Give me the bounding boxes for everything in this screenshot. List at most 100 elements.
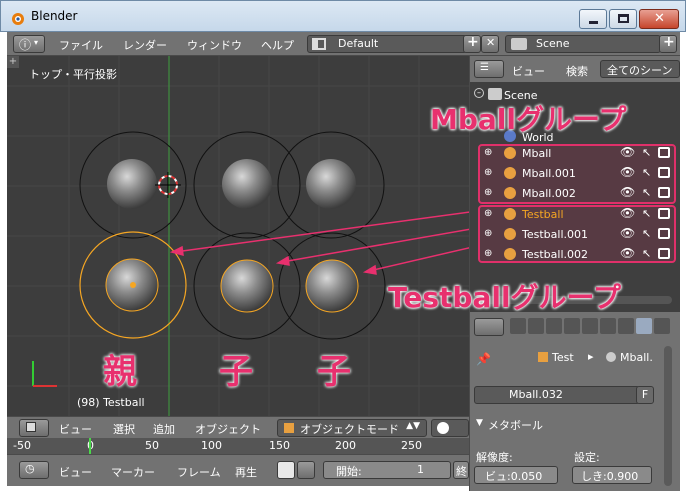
view-resolution-field[interactable]: ビュ:0.050 (474, 466, 558, 484)
menu-view[interactable]: ビュー (59, 421, 92, 437)
testball-group-annotation: Testballグループ (388, 281, 621, 314)
add-scene-button[interactable]: + (659, 34, 677, 53)
menu-select[interactable]: 選択 (113, 421, 135, 437)
maximize-button[interactable] (609, 9, 637, 29)
selectable-cursor-icon[interactable]: ↖ (642, 146, 651, 159)
properties-header (469, 312, 680, 342)
child-label-2: 子 (317, 352, 351, 392)
scene-tab-icon[interactable] (546, 318, 562, 334)
parent-label: 親 (103, 352, 137, 392)
visibility-eye-icon[interactable]: 👁 (620, 145, 635, 159)
menu-add[interactable]: 追加 (153, 421, 175, 437)
render-camera-icon[interactable] (658, 167, 670, 178)
scene-selector[interactable]: Scene (505, 35, 661, 53)
menu-help[interactable]: ヘルプ (261, 37, 294, 53)
metaball-icon (504, 167, 516, 179)
menu-outliner-search[interactable]: 検索 (566, 63, 588, 79)
ruler-tick: -50 (13, 439, 31, 452)
breadcrumb-object: Test (552, 351, 574, 364)
current-frame-marker (89, 438, 91, 454)
layout-selector[interactable]: Default (307, 35, 467, 53)
mode-selector[interactable]: オブジェクトモード ▲▼ (277, 419, 427, 437)
world-tab-icon[interactable] (564, 318, 580, 334)
outliner-item[interactable]: ⊕ Mball.002 👁 ↖ (470, 184, 675, 204)
visibility-eye-icon[interactable]: 👁 (620, 165, 635, 179)
outliner-item[interactable]: ⊕ Mball 👁 ↖ (470, 144, 675, 164)
fake-user-button[interactable]: F (636, 386, 654, 404)
menu-timeline-view[interactable]: ビュー (59, 464, 92, 480)
visibility-eye-icon[interactable]: 👁 (620, 206, 635, 220)
modifiers-tab-icon[interactable] (618, 318, 634, 334)
selectable-cursor-icon[interactable]: ↖ (642, 227, 651, 240)
visibility-eye-icon[interactable]: 👁 (620, 185, 635, 199)
outliner-item[interactable]: ⊕ Testball.002 👁 ↖ (470, 245, 675, 265)
metaball-panel-title[interactable]: メタボール (488, 417, 543, 433)
menu-render[interactable]: レンダー (123, 37, 167, 53)
shading-selector[interactable] (431, 419, 469, 437)
render-camera-icon[interactable] (658, 228, 670, 239)
selectable-cursor-icon[interactable]: ↖ (642, 247, 651, 260)
render-camera-icon[interactable] (658, 208, 670, 219)
data-tab-icon[interactable] (636, 318, 652, 334)
add-layout-button[interactable]: + (463, 34, 481, 53)
keying-icon[interactable] (277, 461, 295, 479)
editor-type-button[interactable]: ⓘ ▾ (13, 35, 45, 53)
render-tab-icon[interactable] (510, 318, 526, 334)
layers-tab-icon[interactable] (528, 318, 544, 334)
outliner-item[interactable]: ⊕ Mball.001 👁 ↖ (470, 164, 675, 184)
viewport-editor-type-button[interactable] (19, 419, 49, 437)
menu-marker[interactable]: マーカー (111, 464, 155, 480)
3d-viewport[interactable]: + トップ・平行投影 (98) Testball 親 子 子 (7, 56, 469, 416)
testball-001-sphere (220, 259, 274, 313)
display-mode-selector[interactable]: 全てのシーン (600, 60, 680, 78)
viewport-corner-plus-icon[interactable]: + (7, 56, 19, 68)
properties-editor-type-button[interactable] (474, 318, 504, 336)
menu-file[interactable]: ファイル (59, 37, 103, 53)
object-mode-icon (284, 423, 294, 433)
outliner-editor-type-button[interactable]: ☰ (474, 60, 504, 78)
solid-shading-icon (437, 422, 449, 434)
selectable-cursor-icon[interactable]: ↖ (642, 186, 651, 199)
properties-panel: 📌 Test ▸ Mball. Mball.032 F ▼ メタボール 解像度:… (469, 342, 680, 491)
close-button[interactable]: ✕ (639, 9, 679, 29)
timeline-ruler[interactable]: -50 0 50 100 150 200 250 (7, 438, 469, 454)
selectable-cursor-icon[interactable]: ↖ (642, 207, 651, 220)
material-tab-icon[interactable] (654, 318, 670, 334)
delete-layout-button[interactable]: ✕ (481, 35, 499, 53)
render-camera-icon[interactable] (658, 147, 670, 158)
outliner-item[interactable]: ⊕ Testball.001 👁 ↖ (470, 225, 675, 245)
ruler-tick: 100 (201, 439, 222, 452)
render-camera-icon[interactable] (658, 187, 670, 198)
visibility-eye-icon[interactable]: 👁 (620, 246, 635, 260)
object-tab-icon[interactable] (582, 318, 598, 334)
datablock-field[interactable]: Mball.032 (474, 386, 640, 404)
threshold-field[interactable]: しき:0.900 (572, 466, 652, 484)
lock-icon[interactable] (297, 461, 315, 479)
menu-playback[interactable]: 再生 (235, 464, 257, 480)
menu-window[interactable]: ウィンドウ (187, 37, 242, 53)
properties-scrollbar[interactable] (664, 346, 672, 486)
pin-icon[interactable]: 📌 (476, 352, 491, 366)
render-camera-icon[interactable] (658, 248, 670, 259)
scene-icon (511, 38, 527, 50)
timeline-editor-type-button[interactable]: ◷ (19, 461, 49, 479)
menu-object[interactable]: オブジェクト (195, 421, 261, 437)
axis-gizmo-icon (32, 361, 57, 387)
collapse-icon[interactable]: – (474, 88, 484, 98)
metaball-icon (504, 248, 516, 260)
end-frame-field[interactable]: 終 (453, 461, 469, 479)
mball-sphere (107, 159, 157, 209)
outliner-item[interactable]: ⊕ Testball 👁 ↖ (470, 205, 675, 225)
constraints-tab-icon[interactable] (600, 318, 616, 334)
minimize-button[interactable] (579, 9, 607, 29)
visibility-eye-icon[interactable]: 👁 (620, 226, 635, 240)
menu-frame[interactable]: フレーム (177, 464, 221, 480)
mball-group-annotation: Mballグループ (430, 103, 627, 136)
child-label-1: 子 (219, 352, 253, 392)
ruler-tick: 200 (335, 439, 356, 452)
window-title: Blender (31, 9, 78, 23)
selectable-cursor-icon[interactable]: ↖ (642, 166, 651, 179)
panel-expand-icon[interactable]: ▼ (476, 418, 483, 428)
menu-outliner-view[interactable]: ビュー (512, 63, 545, 79)
start-frame-field[interactable]: 開始: 1 (323, 461, 451, 479)
